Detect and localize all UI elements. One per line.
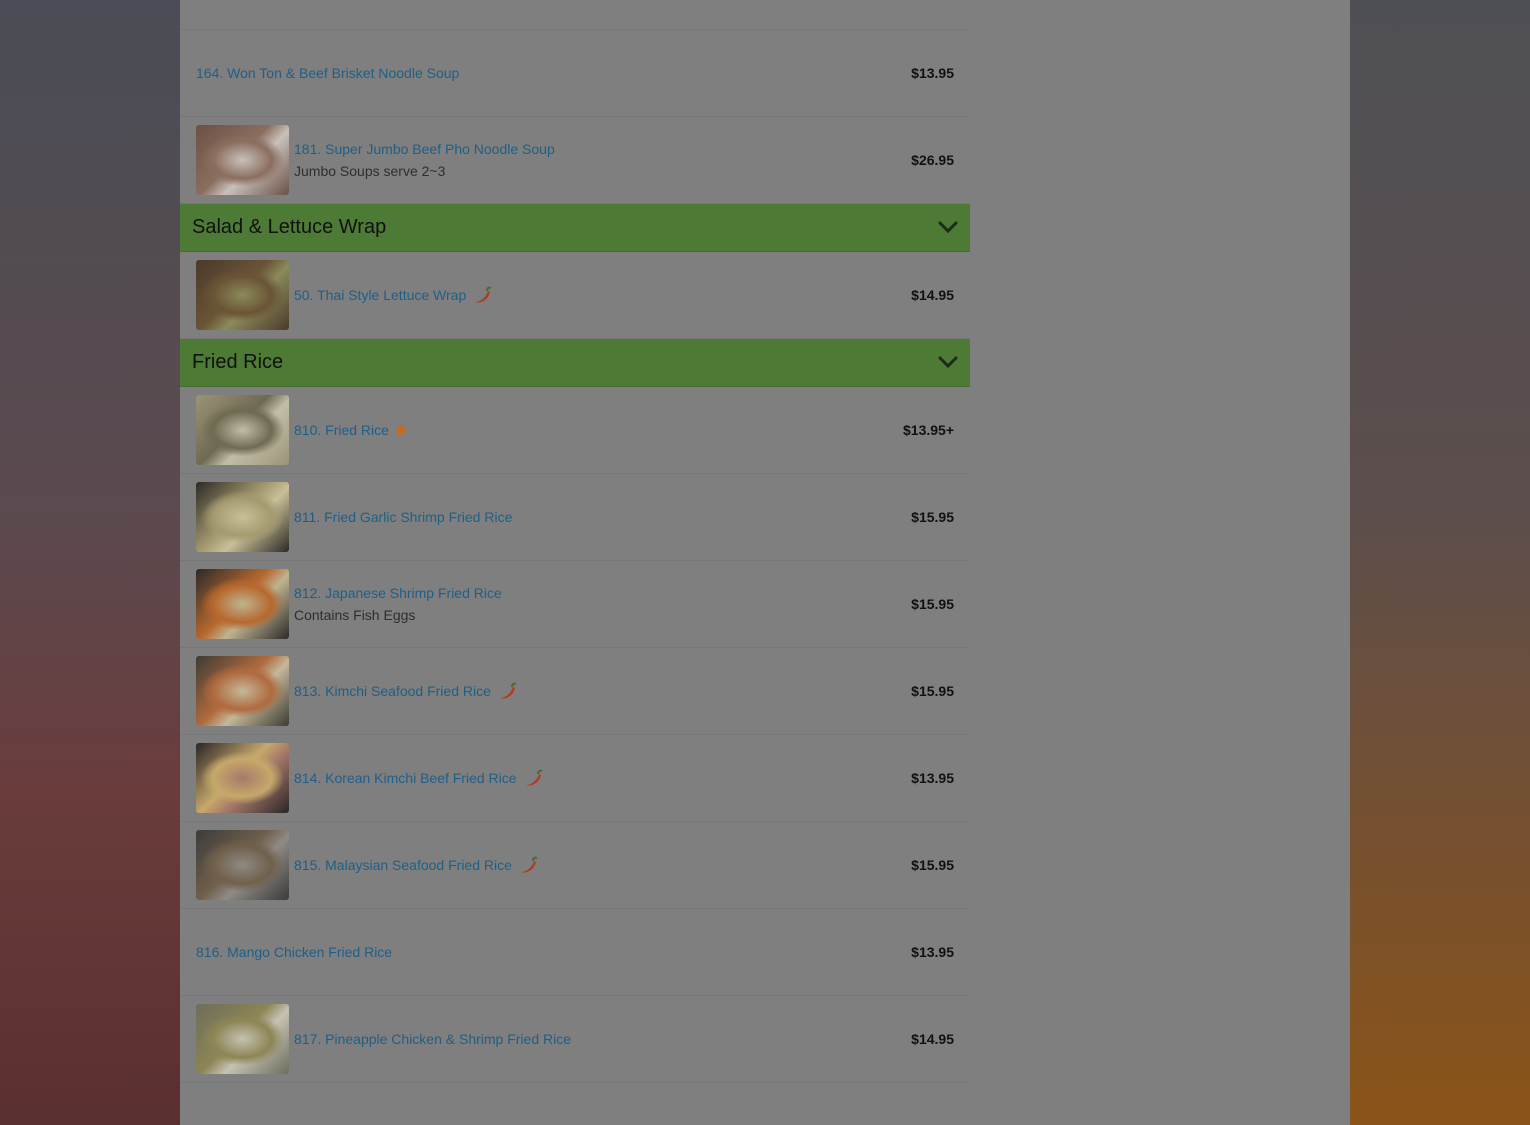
page-panel: 164. Won Ton & Beef Brisket Noodle Soup $… bbox=[180, 0, 1350, 1125]
menu-item-row[interactable]: 181. Super Jumbo Beef Pho Noodle Soup Jum… bbox=[180, 117, 970, 204]
category-title: Salad & Lettuce Wrap bbox=[192, 216, 387, 238]
item-price: $14.95 bbox=[911, 1031, 954, 1047]
food-plate-image bbox=[196, 125, 289, 195]
food-plate-image bbox=[196, 482, 289, 552]
star-icon bbox=[394, 423, 408, 436]
category-header[interactable]: Salad & Lettuce Wrap bbox=[180, 204, 970, 252]
item-photo[interactable] bbox=[196, 260, 289, 330]
item-description: Contains Fish Eggs bbox=[294, 607, 416, 623]
item-text: 181. Super Jumbo Beef Pho Noodle Soup Jum… bbox=[294, 138, 911, 182]
menu-list: 164. Won Ton & Beef Brisket Noodle Soup $… bbox=[180, 0, 970, 1083]
item-name-link[interactable]: 816. Mango Chicken Fried Rice bbox=[196, 941, 911, 963]
item-name-link[interactable]: 815. Malaysian Seafood Fried Rice bbox=[294, 854, 911, 876]
item-name: 50. Thai Style Lettuce Wrap bbox=[294, 287, 467, 303]
item-text: 812. Japanese Shrimp Fried Rice Contains … bbox=[294, 582, 911, 626]
item-photo[interactable] bbox=[196, 830, 289, 900]
menu-item-row[interactable]: 812. Japanese Shrimp Fried Rice Contains … bbox=[180, 561, 970, 648]
item-text: 814. Korean Kimchi Beef Fried Rice bbox=[294, 767, 911, 789]
menu-item-row[interactable]: 811. Fried Garlic Shrimp Fried Rice $15.9… bbox=[180, 474, 970, 561]
item-text: 816. Mango Chicken Fried Rice bbox=[196, 941, 911, 963]
item-name-link[interactable]: 50. Thai Style Lettuce Wrap bbox=[294, 284, 911, 306]
item-text: 50. Thai Style Lettuce Wrap bbox=[294, 284, 911, 306]
category-header[interactable]: Fried Rice bbox=[180, 339, 970, 387]
item-price: $26.95 bbox=[911, 152, 954, 168]
item-name: 812. Japanese Shrimp Fried Rice bbox=[294, 585, 502, 601]
item-price: $13.95 bbox=[911, 944, 954, 960]
chevron-down-icon[interactable] bbox=[938, 355, 958, 369]
menu-item-row[interactable]: 164. Won Ton & Beef Brisket Noodle Soup $… bbox=[180, 30, 970, 117]
menu-item-row[interactable]: 50. Thai Style Lettuce Wrap $14.95 bbox=[180, 252, 970, 339]
item-photo[interactable] bbox=[196, 482, 289, 552]
item-name-link[interactable]: 181. Super Jumbo Beef Pho Noodle Soup bbox=[294, 138, 911, 160]
item-price: $15.95 bbox=[911, 857, 954, 873]
item-text: 810. Fried Rice bbox=[294, 419, 903, 441]
chili-icon bbox=[525, 769, 543, 786]
item-name-link[interactable]: 814. Korean Kimchi Beef Fried Rice bbox=[294, 767, 911, 789]
menu-item-row[interactable]: 815. Malaysian Seafood Fried Rice $15.95 bbox=[180, 822, 970, 909]
menu-item-row[interactable]: 817. Pineapple Chicken & Shrimp Fried Ri… bbox=[180, 996, 970, 1083]
background-right bbox=[1350, 0, 1530, 1125]
food-plate-image bbox=[196, 743, 289, 813]
menu-item-row[interactable]: 813. Kimchi Seafood Fried Rice $15.95 bbox=[180, 648, 970, 735]
food-plate-image bbox=[196, 830, 289, 900]
item-name: 811. Fried Garlic Shrimp Fried Rice bbox=[294, 509, 513, 525]
food-plate-image bbox=[196, 569, 289, 639]
item-price: $15.95 bbox=[911, 683, 954, 699]
item-price: $14.95 bbox=[911, 287, 954, 303]
item-name: 813. Kimchi Seafood Fried Rice bbox=[294, 683, 491, 699]
item-photo[interactable] bbox=[196, 395, 289, 465]
food-plate-image bbox=[196, 260, 289, 330]
item-name: 814. Korean Kimchi Beef Fried Rice bbox=[294, 770, 517, 786]
menu-item-row[interactable]: 814. Korean Kimchi Beef Fried Rice $13.95 bbox=[180, 735, 970, 822]
item-photo[interactable] bbox=[196, 743, 289, 813]
item-name-link[interactable]: 813. Kimchi Seafood Fried Rice bbox=[294, 680, 911, 702]
food-plate-image bbox=[196, 395, 289, 465]
item-name-link[interactable]: 810. Fried Rice bbox=[294, 419, 903, 441]
item-name: 181. Super Jumbo Beef Pho Noodle Soup bbox=[294, 141, 555, 157]
chevron-down-icon[interactable] bbox=[938, 220, 958, 234]
item-price: $15.95 bbox=[911, 509, 954, 525]
item-name: 810. Fried Rice bbox=[294, 422, 389, 438]
chili-icon bbox=[520, 856, 538, 873]
item-text: 811. Fried Garlic Shrimp Fried Rice bbox=[294, 506, 911, 528]
item-photo[interactable] bbox=[196, 125, 289, 195]
chili-icon bbox=[499, 682, 517, 699]
item-price: $13.95 bbox=[911, 65, 954, 81]
item-price: $13.95 bbox=[911, 770, 954, 786]
item-name: 817. Pineapple Chicken & Shrimp Fried Ri… bbox=[294, 1031, 572, 1047]
item-name-link[interactable]: 811. Fried Garlic Shrimp Fried Rice bbox=[294, 506, 911, 528]
item-name-link[interactable]: 812. Japanese Shrimp Fried Rice bbox=[294, 582, 911, 604]
item-photo[interactable] bbox=[196, 569, 289, 639]
item-photo[interactable] bbox=[196, 656, 289, 726]
item-name-link[interactable]: 164. Won Ton & Beef Brisket Noodle Soup bbox=[196, 62, 911, 84]
food-plate-image bbox=[196, 656, 289, 726]
chili-icon bbox=[475, 286, 492, 303]
item-text: 815. Malaysian Seafood Fried Rice bbox=[294, 854, 911, 876]
item-text: 813. Kimchi Seafood Fried Rice bbox=[294, 680, 911, 702]
item-description: Jumbo Soups serve 2~3 bbox=[294, 163, 446, 179]
food-plate-image bbox=[196, 1004, 289, 1074]
category-title: Fried Rice bbox=[192, 351, 284, 373]
item-photo[interactable] bbox=[196, 1004, 289, 1074]
item-text: 817. Pineapple Chicken & Shrimp Fried Ri… bbox=[294, 1028, 911, 1050]
menu-item-row[interactable]: 810. Fried Rice $13.95+ bbox=[180, 387, 970, 474]
item-name: 164. Won Ton & Beef Brisket Noodle Soup bbox=[196, 65, 460, 81]
item-price: $13.95+ bbox=[903, 422, 954, 438]
item-name: 816. Mango Chicken Fried Rice bbox=[196, 944, 393, 960]
item-name-link[interactable]: 817. Pineapple Chicken & Shrimp Fried Ri… bbox=[294, 1028, 911, 1050]
menu-item-row[interactable]: 816. Mango Chicken Fried Rice $13.95 bbox=[180, 909, 970, 996]
menu-item-row[interactable] bbox=[180, 0, 970, 30]
item-name: 815. Malaysian Seafood Fried Rice bbox=[294, 857, 512, 873]
item-price: $15.95 bbox=[911, 596, 954, 612]
item-text: 164. Won Ton & Beef Brisket Noodle Soup bbox=[196, 62, 911, 84]
